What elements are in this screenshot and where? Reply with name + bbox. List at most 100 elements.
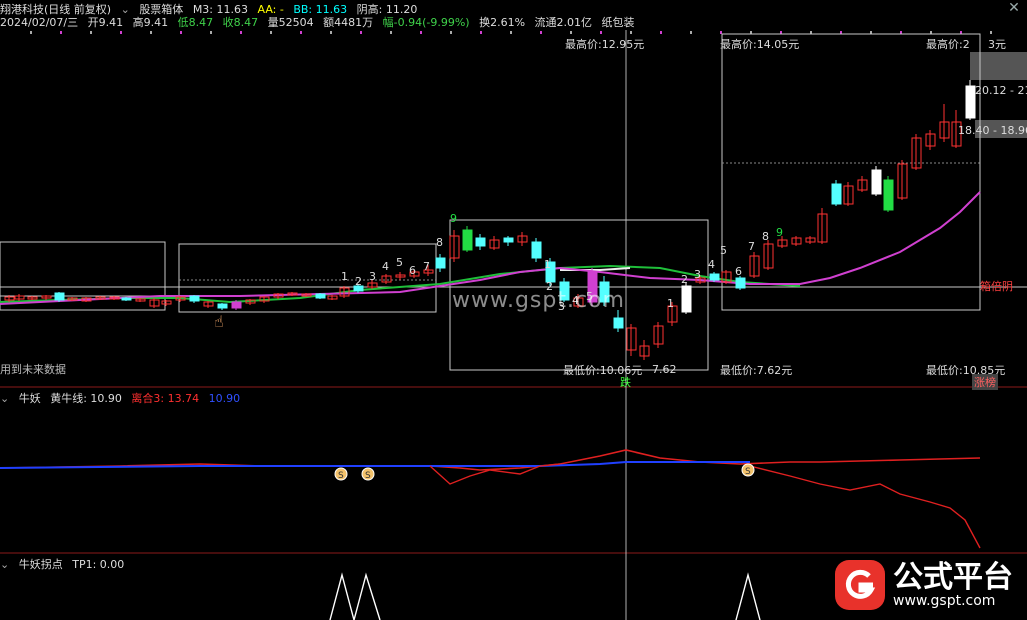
count-label: 8	[762, 230, 769, 243]
future-data-note: 用到未来数据	[0, 363, 66, 376]
top-dot	[600, 31, 602, 34]
candle-body	[189, 295, 200, 302]
count-label: 4	[708, 258, 715, 271]
count-label: 1	[544, 258, 551, 271]
panel3-tp: TP1: 0.00	[72, 558, 125, 571]
limit-up-label: 涨榜	[972, 374, 998, 390]
ma-green-line	[0, 264, 801, 304]
count-label: 1	[341, 270, 348, 283]
vol-yin-label: 箱倍阴	[980, 280, 1013, 293]
top-dot	[420, 31, 422, 34]
count-label: 9	[776, 226, 783, 239]
low-mark: 7.62	[652, 363, 677, 376]
top-dot	[990, 31, 992, 34]
candle-body	[883, 179, 894, 211]
candle-body	[54, 292, 65, 301]
top-dot	[480, 31, 482, 34]
price-range-2: 18.40 - 18.96	[958, 124, 1027, 137]
top-dot	[60, 31, 62, 34]
candle-body	[462, 229, 473, 251]
candle-body	[531, 241, 542, 259]
top-dot	[510, 31, 512, 34]
candle-body	[121, 297, 132, 301]
max-price-1: 最高价:12.95元	[565, 38, 645, 51]
candle-body	[315, 293, 326, 299]
count-label: 4	[382, 260, 389, 273]
brand: 公式平台 www.gspt.com	[833, 558, 1013, 612]
candle-body	[735, 277, 746, 289]
count-label: 7	[748, 240, 755, 253]
panel2-line3: 10.90	[208, 392, 241, 405]
count-label: 3	[369, 270, 376, 283]
count-label: 7	[423, 260, 430, 273]
top-dot	[540, 31, 542, 34]
max-price-2: 最高价:14.05元	[720, 38, 800, 51]
count-label: 5	[396, 256, 403, 269]
signal-label: S	[338, 471, 344, 481]
count-label: 2	[681, 273, 688, 286]
count-label: 6	[409, 264, 416, 277]
panel3-title[interactable]: 牛妖拐点	[19, 558, 63, 571]
top-dot	[660, 31, 662, 34]
signal-markers: SSS	[334, 463, 981, 549]
top-dot	[270, 31, 272, 34]
price-box-shade	[970, 52, 1027, 80]
count-label: 5	[720, 244, 727, 257]
brand-url: www.gspt.com	[893, 592, 996, 609]
panel3-header: ⌄ 牛妖拐点 TP1: 0.00	[0, 556, 130, 572]
top-dot	[120, 31, 122, 34]
candle-body	[231, 301, 242, 309]
candle-body	[831, 183, 842, 205]
count-label: 8	[436, 236, 443, 249]
signal-label: S	[365, 471, 371, 481]
top-dot	[90, 31, 92, 34]
top-dot	[30, 31, 32, 34]
count-label: 2	[355, 275, 362, 288]
chevron-down-icon[interactable]: ⌄	[0, 392, 9, 405]
panel2-header: ⌄ 牛妖 黄牛线: 10.90 离合3: 13.74 10.90	[0, 390, 246, 406]
brand-title: 公式平台	[893, 559, 1013, 595]
candle-body	[681, 285, 692, 313]
top-dot	[330, 31, 332, 34]
count-label: 1	[667, 297, 674, 310]
panel2-line2: 离合3: 13.74	[131, 392, 200, 405]
min-price-2: 最低价:7.62元	[720, 364, 793, 377]
top-dot	[570, 31, 572, 34]
brand-logo-icon	[835, 560, 885, 610]
panel2-blue-line	[0, 461, 750, 469]
top-dot	[450, 31, 452, 34]
tp-peak	[329, 572, 381, 620]
candle-body	[613, 317, 624, 329]
candle-body	[871, 169, 882, 195]
top-dot	[630, 31, 632, 34]
top-dot	[150, 31, 152, 34]
candle-body	[709, 273, 720, 281]
tp-peak	[735, 572, 761, 620]
candle-body	[435, 257, 446, 269]
price-range-1: 20.12 - 21	[975, 84, 1027, 97]
pointer-icon: ☝	[214, 312, 224, 331]
max-price-3: 最高价:2	[926, 38, 970, 51]
top-dot	[240, 31, 242, 34]
top-dot	[690, 31, 692, 34]
top-dot	[390, 31, 392, 34]
panel2-red-line	[749, 465, 981, 549]
candle-body	[503, 237, 514, 243]
panel2-line1: 黄牛线: 10.90	[50, 392, 122, 405]
chevron-down-icon[interactable]: ⌄	[0, 558, 9, 571]
panel2-title[interactable]: 牛妖	[19, 392, 41, 405]
watermark: www.gspt.com	[452, 288, 625, 313]
count-label: 3	[694, 268, 701, 281]
count-label: 9	[450, 212, 457, 225]
count-label: 6	[735, 265, 742, 278]
top-dot	[360, 31, 362, 34]
candle-body	[475, 237, 486, 247]
chart-app: 翔港科技(日线 前复权) ⌄ 股票箱体 M3: 11.63 AA: - BB: …	[0, 0, 1027, 620]
top-dot	[210, 31, 212, 34]
box-4	[721, 33, 981, 311]
candle-body	[965, 85, 976, 119]
top-dot	[180, 31, 182, 34]
signal-label: S	[745, 467, 751, 477]
candle-body	[217, 303, 228, 309]
max-price-3-tail: 3元	[988, 38, 1006, 51]
